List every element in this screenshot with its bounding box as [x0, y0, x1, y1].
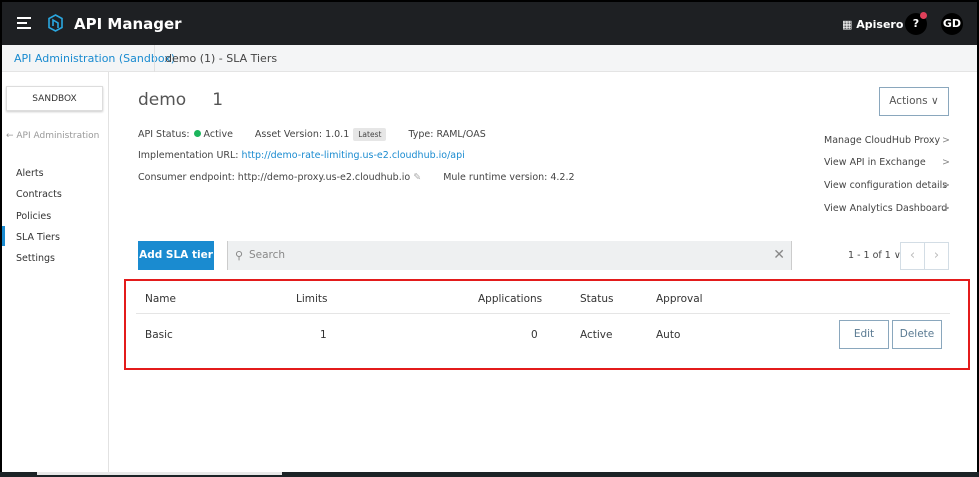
- app-title: API Manager: [74, 15, 182, 33]
- breadcrumb-current: demo (1) - SLA Tiers: [165, 52, 278, 65]
- chevron-right-icon: >: [942, 180, 950, 191]
- building-icon: ▦: [842, 18, 857, 31]
- active-indicator: [2, 226, 5, 246]
- environment-button[interactable]: SANDBOX: [6, 86, 103, 111]
- view-api-in-exchange-link[interactable]: View API in Exchange >: [824, 157, 950, 168]
- breadcrumb: API Administration (Sandbox) demo (1) - …: [2, 45, 977, 72]
- sidebar-item-settings[interactable]: Settings: [16, 253, 55, 264]
- chevron-right-icon: >: [942, 135, 950, 146]
- link-label: Manage CloudHub Proxy: [824, 135, 941, 146]
- scrollbar-thumb[interactable]: [37, 472, 282, 475]
- col-approval: Approval: [656, 293, 703, 305]
- api-meta-row: API Status: Active Asset Version: 1.0.1 Lat…: [138, 128, 486, 141]
- api-name: demo: [138, 90, 187, 110]
- org-name: Apisero: [856, 18, 904, 31]
- view-analytics-dashboard-link[interactable]: View Analytics Dashboard >: [824, 203, 950, 214]
- top-bar: API Manager ▦ Apisero ? GD: [2, 2, 977, 45]
- cell-status: Active: [580, 329, 613, 341]
- clear-search-icon[interactable]: ✕: [773, 241, 785, 270]
- col-status: Status: [580, 293, 614, 305]
- search-input[interactable]: ⚲ Search ✕: [227, 241, 792, 270]
- search-placeholder: Search: [249, 249, 286, 261]
- col-name: Name: [145, 293, 176, 305]
- pencil-icon[interactable]: ✎: [413, 172, 421, 183]
- link-label: View configuration details: [824, 180, 948, 191]
- add-sla-tier-button[interactable]: Add SLA tier: [138, 241, 214, 270]
- col-limits: Limits: [296, 293, 328, 305]
- sidebar-item-sla-tiers[interactable]: SLA Tiers: [16, 232, 60, 243]
- view-configuration-details-link[interactable]: View configuration details >: [824, 180, 950, 191]
- horizontal-scrollbar[interactable]: [0, 472, 979, 477]
- col-applications: Applications: [478, 293, 543, 305]
- edit-button[interactable]: Edit: [839, 320, 889, 349]
- mule-runtime-version: Mule runtime version: 4.2.2: [443, 172, 575, 183]
- user-avatar[interactable]: GD: [941, 13, 963, 35]
- next-page-button[interactable]: ›: [924, 242, 949, 270]
- chevron-right-icon: >: [942, 203, 950, 214]
- org-switcher[interactable]: ▦ Apisero: [842, 18, 903, 31]
- app-window: API Manager ▦ Apisero ? GD API Administr…: [2, 2, 977, 472]
- implementation-url-link[interactable]: http://demo-rate-limiting.us-e2.cloudhub…: [242, 150, 465, 161]
- actions-dropdown[interactable]: Actions ∨: [879, 87, 949, 116]
- prev-page-button[interactable]: ‹: [900, 242, 925, 270]
- status-value: Active: [203, 129, 233, 140]
- latest-badge: Latest: [353, 128, 387, 141]
- cell-limits: 1: [320, 329, 327, 341]
- status-dot: [193, 130, 201, 137]
- breadcrumb-separator: [154, 45, 155, 72]
- consumer-endpoint-row: Consumer endpoint: http://demo-proxy.us-…: [138, 172, 575, 183]
- delete-button[interactable]: Delete: [892, 320, 942, 349]
- breadcrumb-parent-link[interactable]: API Administration (Sandbox): [14, 45, 175, 72]
- back-to-api-administration-link[interactable]: ← API Administration: [6, 131, 99, 141]
- page-title: demo 1: [138, 90, 338, 110]
- cell-applications: 0: [531, 329, 538, 341]
- implementation-url-row: Implementation URL: http://demo-rate-lim…: [138, 150, 465, 161]
- table-divider: [136, 313, 950, 314]
- sidebar-item-policies[interactable]: Policies: [16, 211, 51, 222]
- status-label: API Status:: [138, 129, 190, 140]
- api-manager-logo-icon: [48, 14, 63, 32]
- notification-dot: [920, 12, 927, 19]
- sidebar-item-contracts[interactable]: Contracts: [16, 189, 62, 200]
- link-label: View API in Exchange: [824, 157, 926, 168]
- impl-label: Implementation URL:: [138, 150, 239, 161]
- search-icon: ⚲: [235, 249, 244, 262]
- api-type: Type: RAML/OAS: [408, 129, 486, 140]
- link-label: View Analytics Dashboard: [824, 203, 948, 214]
- cell-approval: Auto: [656, 329, 681, 341]
- manage-cloudhub-proxy-link[interactable]: Manage CloudHub Proxy >: [824, 135, 950, 146]
- chevron-right-icon: >: [942, 157, 950, 168]
- sidebar: SANDBOX ← API Administration Alerts Cont…: [2, 72, 109, 472]
- asset-version: Asset Version: 1.0.1: [254, 129, 350, 140]
- menu-icon[interactable]: [17, 17, 31, 32]
- api-version: 1: [212, 90, 224, 110]
- pagination-dropdown[interactable]: 1 - 1 of 1 ∨: [848, 250, 901, 261]
- cell-name: Basic: [145, 329, 173, 341]
- consumer-endpoint: Consumer endpoint: http://demo-proxy.us-…: [138, 172, 411, 183]
- sidebar-item-alerts[interactable]: Alerts: [16, 168, 44, 179]
